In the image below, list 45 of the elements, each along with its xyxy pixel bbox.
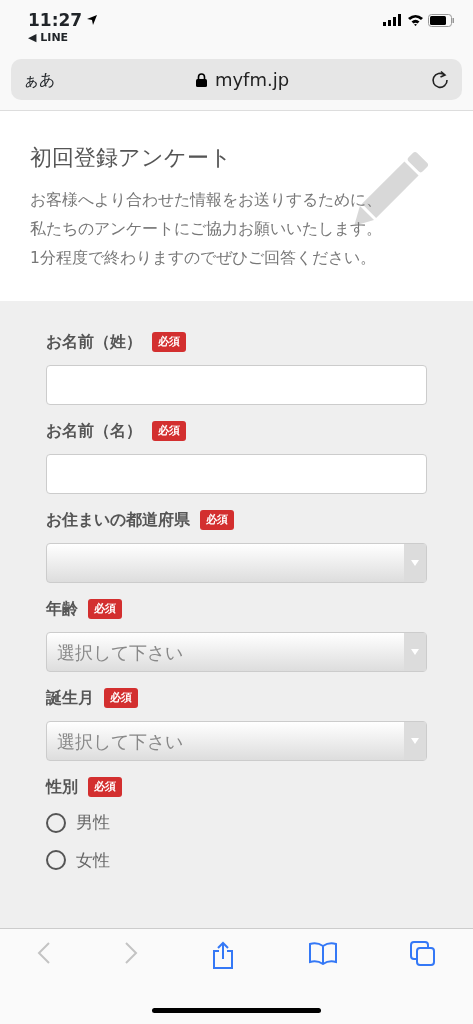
battery-icon <box>428 14 455 27</box>
radio-label: 女性 <box>76 848 110 872</box>
description-text: お客様へより合わせた情報をお送りするために、 <box>30 190 383 211</box>
share-icon[interactable] <box>211 941 236 969</box>
radio-label: 男性 <box>76 811 110 834</box>
tabs-icon[interactable] <box>410 941 437 969</box>
description-text: 私たちのアンケートにご協力お願いいたします。 <box>30 219 383 240</box>
required-tag: 必須 <box>152 420 186 442</box>
required-tag: 必須 <box>88 776 122 798</box>
required-tag: 必須 <box>88 598 122 620</box>
required-tag: 必須 <box>104 687 138 709</box>
field-label: 性別 <box>46 776 78 798</box>
lock-icon <box>195 72 207 87</box>
field-label: お名前（名） <box>46 420 142 442</box>
text-size-button[interactable]: ぁあ <box>23 67 55 92</box>
field-label: お名前（姓） <box>46 331 142 353</box>
field-label: お住まいの都道府県 <box>46 509 190 531</box>
page-title: 初回登録アンケート <box>30 144 233 172</box>
required-tag: 必須 <box>152 331 186 353</box>
clock: 11:27 <box>28 10 83 30</box>
radio-button[interactable] <box>46 812 66 833</box>
url-text: myfm.jp <box>214 68 290 92</box>
select-field[interactable] <box>46 543 427 583</box>
radio-option[interactable]: 男性 <box>46 810 427 836</box>
reload-icon[interactable] <box>430 69 450 90</box>
back-to-app-link[interactable]: ◀ LINE <box>28 30 99 47</box>
location-icon <box>86 14 99 26</box>
radio-option[interactable]: 女性 <box>46 847 427 873</box>
radio-button[interactable] <box>46 850 66 871</box>
signal-icon <box>383 14 403 26</box>
field-label: 年齢 <box>46 598 78 620</box>
required-tag: 必須 <box>200 509 234 531</box>
caret-icon <box>411 560 419 566</box>
select-field[interactable]: 選択して下さい <box>46 721 427 761</box>
select-field[interactable]: 選択して下さい <box>46 632 427 672</box>
caret-icon <box>411 649 419 655</box>
caret-icon <box>411 738 419 744</box>
field-label: 誕生月 <box>46 687 94 709</box>
address-bar[interactable]: ぁあ myfm.jp <box>11 59 462 100</box>
select-value: 選択して下さい <box>57 729 183 754</box>
select-value: 選択して下さい <box>57 640 183 665</box>
wifi-icon <box>407 14 424 26</box>
description-text: 1分程度で終わりますのでぜひご回答ください。 <box>30 248 377 269</box>
text-input[interactable] <box>46 365 427 405</box>
text-input[interactable] <box>46 454 427 494</box>
